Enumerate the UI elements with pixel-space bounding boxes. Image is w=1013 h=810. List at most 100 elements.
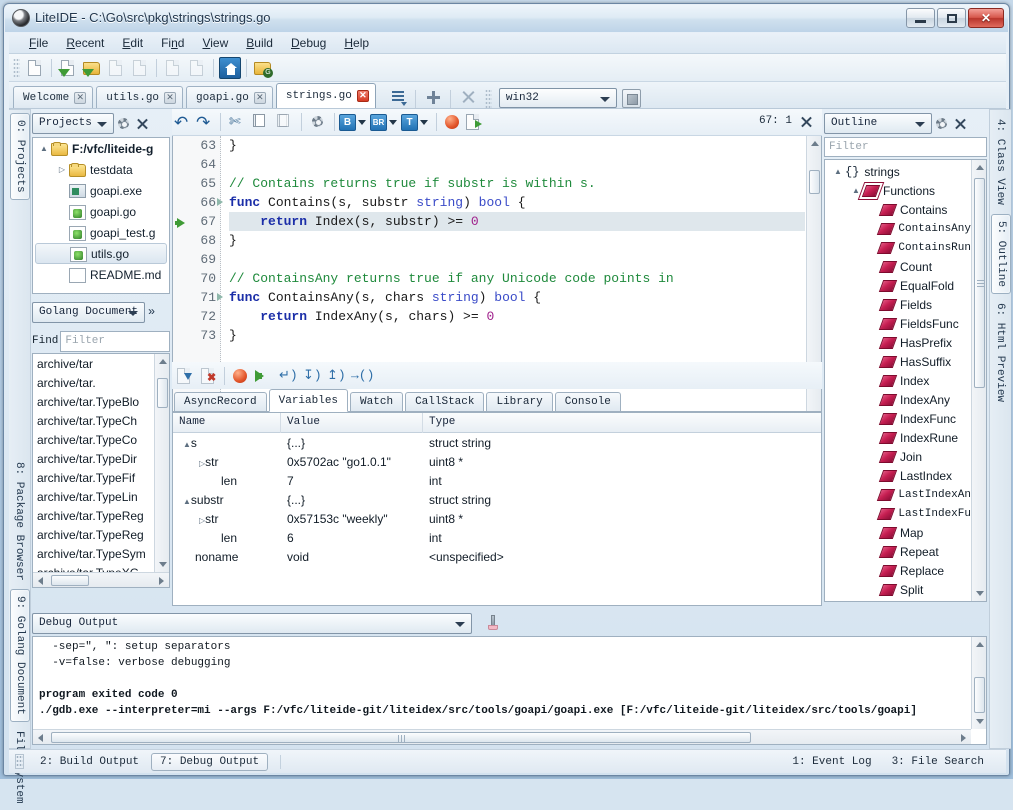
code-line[interactable]: } bbox=[229, 231, 805, 250]
outline-row[interactable]: Index bbox=[825, 371, 971, 390]
scroll-thumb[interactable] bbox=[51, 732, 751, 743]
code-line[interactable]: return Index(s, substr) >= 0 bbox=[229, 212, 805, 231]
code-line[interactable]: func Contains(s, substr string) bool { bbox=[229, 193, 805, 212]
twisty-icon[interactable]: ▲ bbox=[831, 167, 845, 176]
goto-package-button[interactable]: G bbox=[252, 57, 274, 79]
twisty-icon[interactable]: ▲ bbox=[183, 440, 191, 449]
open-file-button[interactable] bbox=[57, 57, 79, 79]
twisty-icon[interactable]: ▲ bbox=[183, 497, 191, 506]
scroll-down-icon[interactable] bbox=[159, 562, 167, 567]
outline-row[interactable]: Replace bbox=[825, 561, 971, 580]
golang-document-list[interactable]: archive/tar archive/tar. archive/tar.Typ… bbox=[32, 353, 170, 588]
outline-row[interactable]: Map bbox=[825, 523, 971, 542]
gear-icon[interactable] bbox=[934, 116, 949, 131]
outline-row[interactable]: EqualFold bbox=[825, 276, 971, 295]
list-item[interactable]: archive/tar.TypeCh bbox=[33, 411, 154, 430]
tree-row-testdata[interactable]: ▷ testdata bbox=[33, 159, 169, 180]
scroll-up-icon[interactable] bbox=[976, 165, 984, 170]
tree-row-goapi-exe[interactable]: goapi.exe bbox=[33, 180, 169, 201]
status-file-search[interactable]: 3: File Search bbox=[884, 754, 992, 770]
outline-row[interactable]: ▲Functions bbox=[825, 181, 971, 200]
tab-utils-go[interactable]: utils.go ✕ bbox=[96, 86, 183, 108]
close-icon[interactable] bbox=[135, 116, 150, 131]
table-row[interactable]: len 7 int bbox=[173, 471, 821, 490]
menu-recent[interactable]: Recent bbox=[57, 34, 113, 53]
list-item[interactable]: archive/tar.TypeReg bbox=[33, 525, 154, 544]
tree-row-goapi-test-go[interactable]: goapi_test.g bbox=[33, 222, 169, 243]
status-build-output[interactable]: 2: Build Output bbox=[32, 754, 147, 770]
outline-row[interactable]: FieldsFunc bbox=[825, 314, 971, 333]
scroll-down-icon[interactable] bbox=[976, 591, 984, 596]
continue-button[interactable] bbox=[252, 365, 274, 387]
menu-edit[interactable]: Edit bbox=[113, 34, 152, 53]
undo-button[interactable]: ↶ bbox=[174, 113, 192, 131]
table-row[interactable]: ▲substr {...} struct string bbox=[173, 490, 821, 509]
scroll-up-icon[interactable] bbox=[976, 642, 984, 647]
scroll-up-icon[interactable] bbox=[159, 359, 167, 364]
tree-row-readme[interactable]: README.md bbox=[33, 264, 169, 285]
cut-button[interactable]: ✄ bbox=[226, 111, 248, 133]
toggle-breakpoint-button[interactable] bbox=[445, 115, 459, 129]
save-all-button[interactable] bbox=[129, 57, 151, 79]
menu-help[interactable]: Help bbox=[335, 34, 378, 53]
outline-row[interactable]: IndexRune bbox=[825, 428, 971, 447]
outline-filter-input[interactable]: Filter bbox=[824, 137, 987, 157]
column-header-name[interactable]: Name bbox=[173, 413, 281, 433]
menu-view[interactable]: View bbox=[193, 34, 237, 53]
close-icon[interactable]: ✕ bbox=[357, 90, 369, 102]
tab-goapi-go[interactable]: goapi.go ✕ bbox=[186, 86, 273, 108]
fold-marker-icon[interactable] bbox=[217, 293, 223, 301]
chevron-down-icon[interactable] bbox=[358, 120, 366, 125]
new-file-button[interactable] bbox=[24, 57, 46, 79]
table-row[interactable]: ▲s {...} struct string bbox=[173, 433, 821, 452]
sidebar-item-class-view[interactable]: 4: Class View bbox=[991, 113, 1009, 211]
outline-row[interactable]: ▲{}strings bbox=[825, 162, 971, 181]
projects-combo[interactable]: Projects bbox=[32, 113, 114, 134]
build-button[interactable]: B bbox=[339, 114, 356, 131]
tab-variables[interactable]: Variables bbox=[269, 389, 348, 412]
sidebar-item-html-preview[interactable]: 6: Html Preview bbox=[991, 297, 1009, 408]
editor-settings-button[interactable] bbox=[307, 111, 329, 133]
code-line[interactable]: // Contains returns true if substr is wi… bbox=[229, 174, 805, 193]
list-item[interactable]: archive/tar.TypeLin bbox=[33, 487, 154, 506]
code-line[interactable] bbox=[229, 155, 805, 174]
project-tree[interactable]: ▲ F:/vfc/liteide-g ▷ testdata goapi.exe … bbox=[32, 137, 170, 294]
chevron-down-icon[interactable] bbox=[389, 120, 397, 125]
fold-marker-icon[interactable] bbox=[217, 198, 223, 206]
column-header-value[interactable]: Value bbox=[281, 413, 423, 433]
scroll-right-icon[interactable] bbox=[961, 734, 966, 742]
list-item[interactable]: archive/tar.TypeDir bbox=[33, 449, 154, 468]
menu-file[interactable]: File bbox=[20, 34, 57, 53]
close-tab-button[interactable] bbox=[456, 86, 480, 108]
list-item[interactable]: archive/tar. bbox=[33, 373, 154, 392]
code-line[interactable]: func ContainsAny(s, chars string) bool { bbox=[229, 288, 805, 307]
variables-table[interactable]: Name Value Type ▲s {...} struct string ▷… bbox=[172, 412, 822, 606]
code-line[interactable]: // ContainsAny returns true if any Unico… bbox=[229, 269, 805, 288]
tab-watch[interactable]: Watch bbox=[350, 392, 403, 411]
twisty-icon[interactable]: ▲ bbox=[37, 144, 51, 153]
outline-row[interactable]: IndexAny bbox=[825, 390, 971, 409]
tree-row-utils-go[interactable]: utils.go bbox=[35, 243, 167, 264]
outline-row[interactable]: IndexFunc bbox=[825, 409, 971, 428]
redo-button[interactable]: ↷ bbox=[196, 113, 214, 131]
close-icon[interactable]: ✕ bbox=[164, 92, 176, 104]
list-item[interactable]: archive/tar.TypeSym bbox=[33, 544, 154, 563]
outline-row[interactable]: Split bbox=[825, 580, 971, 599]
table-row[interactable]: ▷str 0x57153c "weekly" uint8 * bbox=[173, 509, 821, 528]
copy-button[interactable] bbox=[250, 111, 272, 133]
step-over-button[interactable]: ↵) bbox=[276, 365, 298, 387]
close-editor-button[interactable] bbox=[799, 114, 814, 129]
tree-row-goapi-go[interactable]: goapi.go bbox=[33, 201, 169, 222]
outline-row[interactable]: HasSuffix bbox=[825, 352, 971, 371]
run-file-button[interactable] bbox=[464, 111, 486, 133]
scroll-thumb[interactable] bbox=[974, 677, 985, 713]
twisty-icon[interactable]: ▷ bbox=[55, 165, 69, 174]
scroll-down-icon[interactable] bbox=[976, 719, 984, 724]
outline-row[interactable]: ContainsAny bbox=[825, 219, 971, 238]
open-folder-button[interactable] bbox=[81, 57, 103, 79]
scroll-thumb[interactable] bbox=[51, 575, 89, 586]
list-item[interactable]: archive/tar.TypeReg bbox=[33, 506, 154, 525]
scroll-thumb[interactable] bbox=[809, 170, 820, 194]
code-line[interactable] bbox=[229, 250, 805, 269]
sidebar-item-projects[interactable]: 0: Projects bbox=[10, 113, 30, 200]
